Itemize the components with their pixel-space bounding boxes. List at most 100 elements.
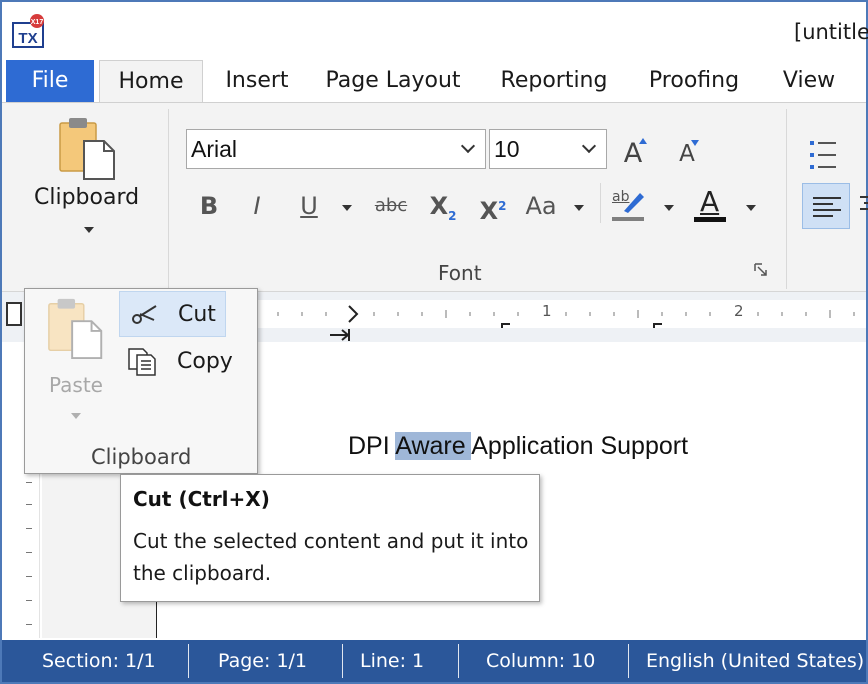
status-divider xyxy=(628,644,629,678)
text-highlight-button[interactable]: ab xyxy=(612,187,648,225)
subscript-button[interactable]: X2 xyxy=(426,191,460,231)
popup-group-label: Clipboard xyxy=(91,445,192,469)
font-color-dropdown-icon[interactable] xyxy=(746,205,756,211)
tab-proofing[interactable]: Proofing xyxy=(638,60,750,102)
chevron-down-icon xyxy=(460,138,476,154)
horizontal-ruler[interactable]: 1 2 xyxy=(254,300,866,328)
superscript-letter: X xyxy=(479,197,499,225)
svg-text:X17: X17 xyxy=(31,19,44,26)
window-title: [untitle xyxy=(794,20,868,44)
selected-text: Aware xyxy=(395,432,472,460)
superscript-mark: 2 xyxy=(498,199,507,213)
tab-reporting[interactable]: Reporting xyxy=(490,60,618,102)
bullet-list-icon[interactable] xyxy=(808,139,838,171)
status-bar: Section: 1/1 Page: 1/1 Line: 1 Column: 1… xyxy=(2,640,866,682)
clipboard-icon xyxy=(59,118,115,180)
grow-font-icon xyxy=(639,138,647,144)
underline-dropdown-icon[interactable] xyxy=(342,205,352,211)
status-language[interactable]: English (United States) xyxy=(646,650,864,672)
status-divider xyxy=(342,644,343,678)
tooltip-body: Cut the selected content and put it into… xyxy=(133,529,529,585)
cut-tooltip: Cut (Ctrl+X) Cut the selected content an… xyxy=(120,474,540,602)
paste-button[interactable]: Paste xyxy=(37,295,115,427)
paste-label: Paste xyxy=(49,373,103,397)
tab-stop-selector[interactable] xyxy=(6,302,22,326)
copy-label: Copy xyxy=(177,349,233,374)
status-divider xyxy=(188,644,189,678)
align-left-icon xyxy=(813,197,841,217)
change-case-button[interactable]: Aa xyxy=(522,191,560,221)
ruler-tick xyxy=(26,528,32,529)
group-divider xyxy=(168,109,169,289)
cut-button[interactable]: Cut xyxy=(119,291,226,337)
tab-view[interactable]: View xyxy=(772,60,846,102)
scissors-icon xyxy=(132,305,157,324)
status-page: Page: 1/1 xyxy=(218,650,308,672)
subscript-letter: X xyxy=(429,192,449,220)
highlight-dropdown-icon[interactable] xyxy=(664,205,674,211)
ribbon: Clipboard Arial 10 A A B I U abc X2 X2 A… xyxy=(2,102,868,292)
indent-marker-icon[interactable] xyxy=(328,328,352,342)
ruler-mark-1: 1 xyxy=(542,302,552,320)
status-column: Column: 10 xyxy=(486,650,596,672)
tab-page-layout[interactable]: Page Layout xyxy=(320,60,466,102)
chevron-down-icon xyxy=(581,138,597,154)
ribbon-tabs: File Home Insert Page Layout Reporting P… xyxy=(2,60,866,103)
text-after-selection: Application Support xyxy=(471,432,689,460)
copy-button[interactable]: Copy xyxy=(119,341,249,385)
change-case-dropdown-icon[interactable] xyxy=(574,205,584,211)
ruler-tick xyxy=(26,482,32,483)
paste-dropdown-icon xyxy=(71,413,81,419)
tooltip-title: Cut (Ctrl+X) xyxy=(133,487,270,511)
ruler-tick xyxy=(26,552,32,553)
status-section: Section: 1/1 xyxy=(42,650,156,672)
font-color-letter: A xyxy=(700,185,720,218)
subscript-mark: 2 xyxy=(448,208,457,223)
clipboard-popup: Paste Cut Copy Clipboard xyxy=(24,288,258,474)
font-dialog-launcher-icon[interactable] xyxy=(754,263,768,277)
cut-label: Cut xyxy=(178,302,216,327)
tx-logo-icon: TX X17 xyxy=(12,14,44,48)
format-divider xyxy=(600,183,601,223)
font-color-button[interactable]: A xyxy=(694,185,728,225)
title-bar: TX X17 [untitle xyxy=(2,2,868,60)
ruler-tick xyxy=(26,600,32,601)
shrink-font-icon xyxy=(691,140,699,146)
font-family-select[interactable]: Arial xyxy=(186,129,486,169)
italic-button[interactable]: I xyxy=(244,191,270,221)
copy-icon xyxy=(128,348,156,376)
tab-home[interactable]: Home xyxy=(99,60,203,103)
ruler-mark-2: 2 xyxy=(734,302,744,320)
clipboard-label: Clipboard xyxy=(34,185,140,210)
font-family-value: Arial xyxy=(191,136,238,162)
superscript-button[interactable]: X2 xyxy=(476,191,510,226)
tab-insert[interactable]: Insert xyxy=(214,60,300,102)
document-text[interactable]: DPI Aware Application Support xyxy=(348,432,688,461)
clipboard-button[interactable]: Clipboard xyxy=(28,111,146,237)
underline-button[interactable]: U xyxy=(294,191,324,221)
font-size-value: 10 xyxy=(494,136,520,162)
highlighter-icon xyxy=(624,193,644,213)
text-before-selection: DPI xyxy=(348,432,396,460)
status-divider xyxy=(458,644,459,678)
align-center-icon[interactable] xyxy=(860,195,868,217)
ruler-ticks xyxy=(277,305,855,328)
svg-text:TX: TX xyxy=(18,30,37,47)
clipboard-dropdown-icon xyxy=(84,227,94,233)
paste-icon xyxy=(48,298,103,360)
highlight-color-bar xyxy=(612,217,644,221)
strikethrough-button[interactable]: abc xyxy=(370,191,412,221)
ruler-tick xyxy=(26,504,32,505)
status-line: Line: 1 xyxy=(360,650,425,672)
shrink-font-button[interactable]: A xyxy=(672,139,702,169)
bold-button[interactable]: B xyxy=(194,191,224,221)
ruler-tick xyxy=(26,576,32,577)
font-color-bar xyxy=(694,217,726,222)
grow-font-button[interactable]: A xyxy=(618,138,648,169)
group-divider xyxy=(786,109,787,289)
font-group-label: Font xyxy=(438,261,482,285)
tab-file[interactable]: File xyxy=(6,60,94,102)
ruler-tick xyxy=(26,624,32,625)
align-left-button[interactable] xyxy=(802,183,850,229)
font-size-select[interactable]: 10 xyxy=(489,129,607,169)
